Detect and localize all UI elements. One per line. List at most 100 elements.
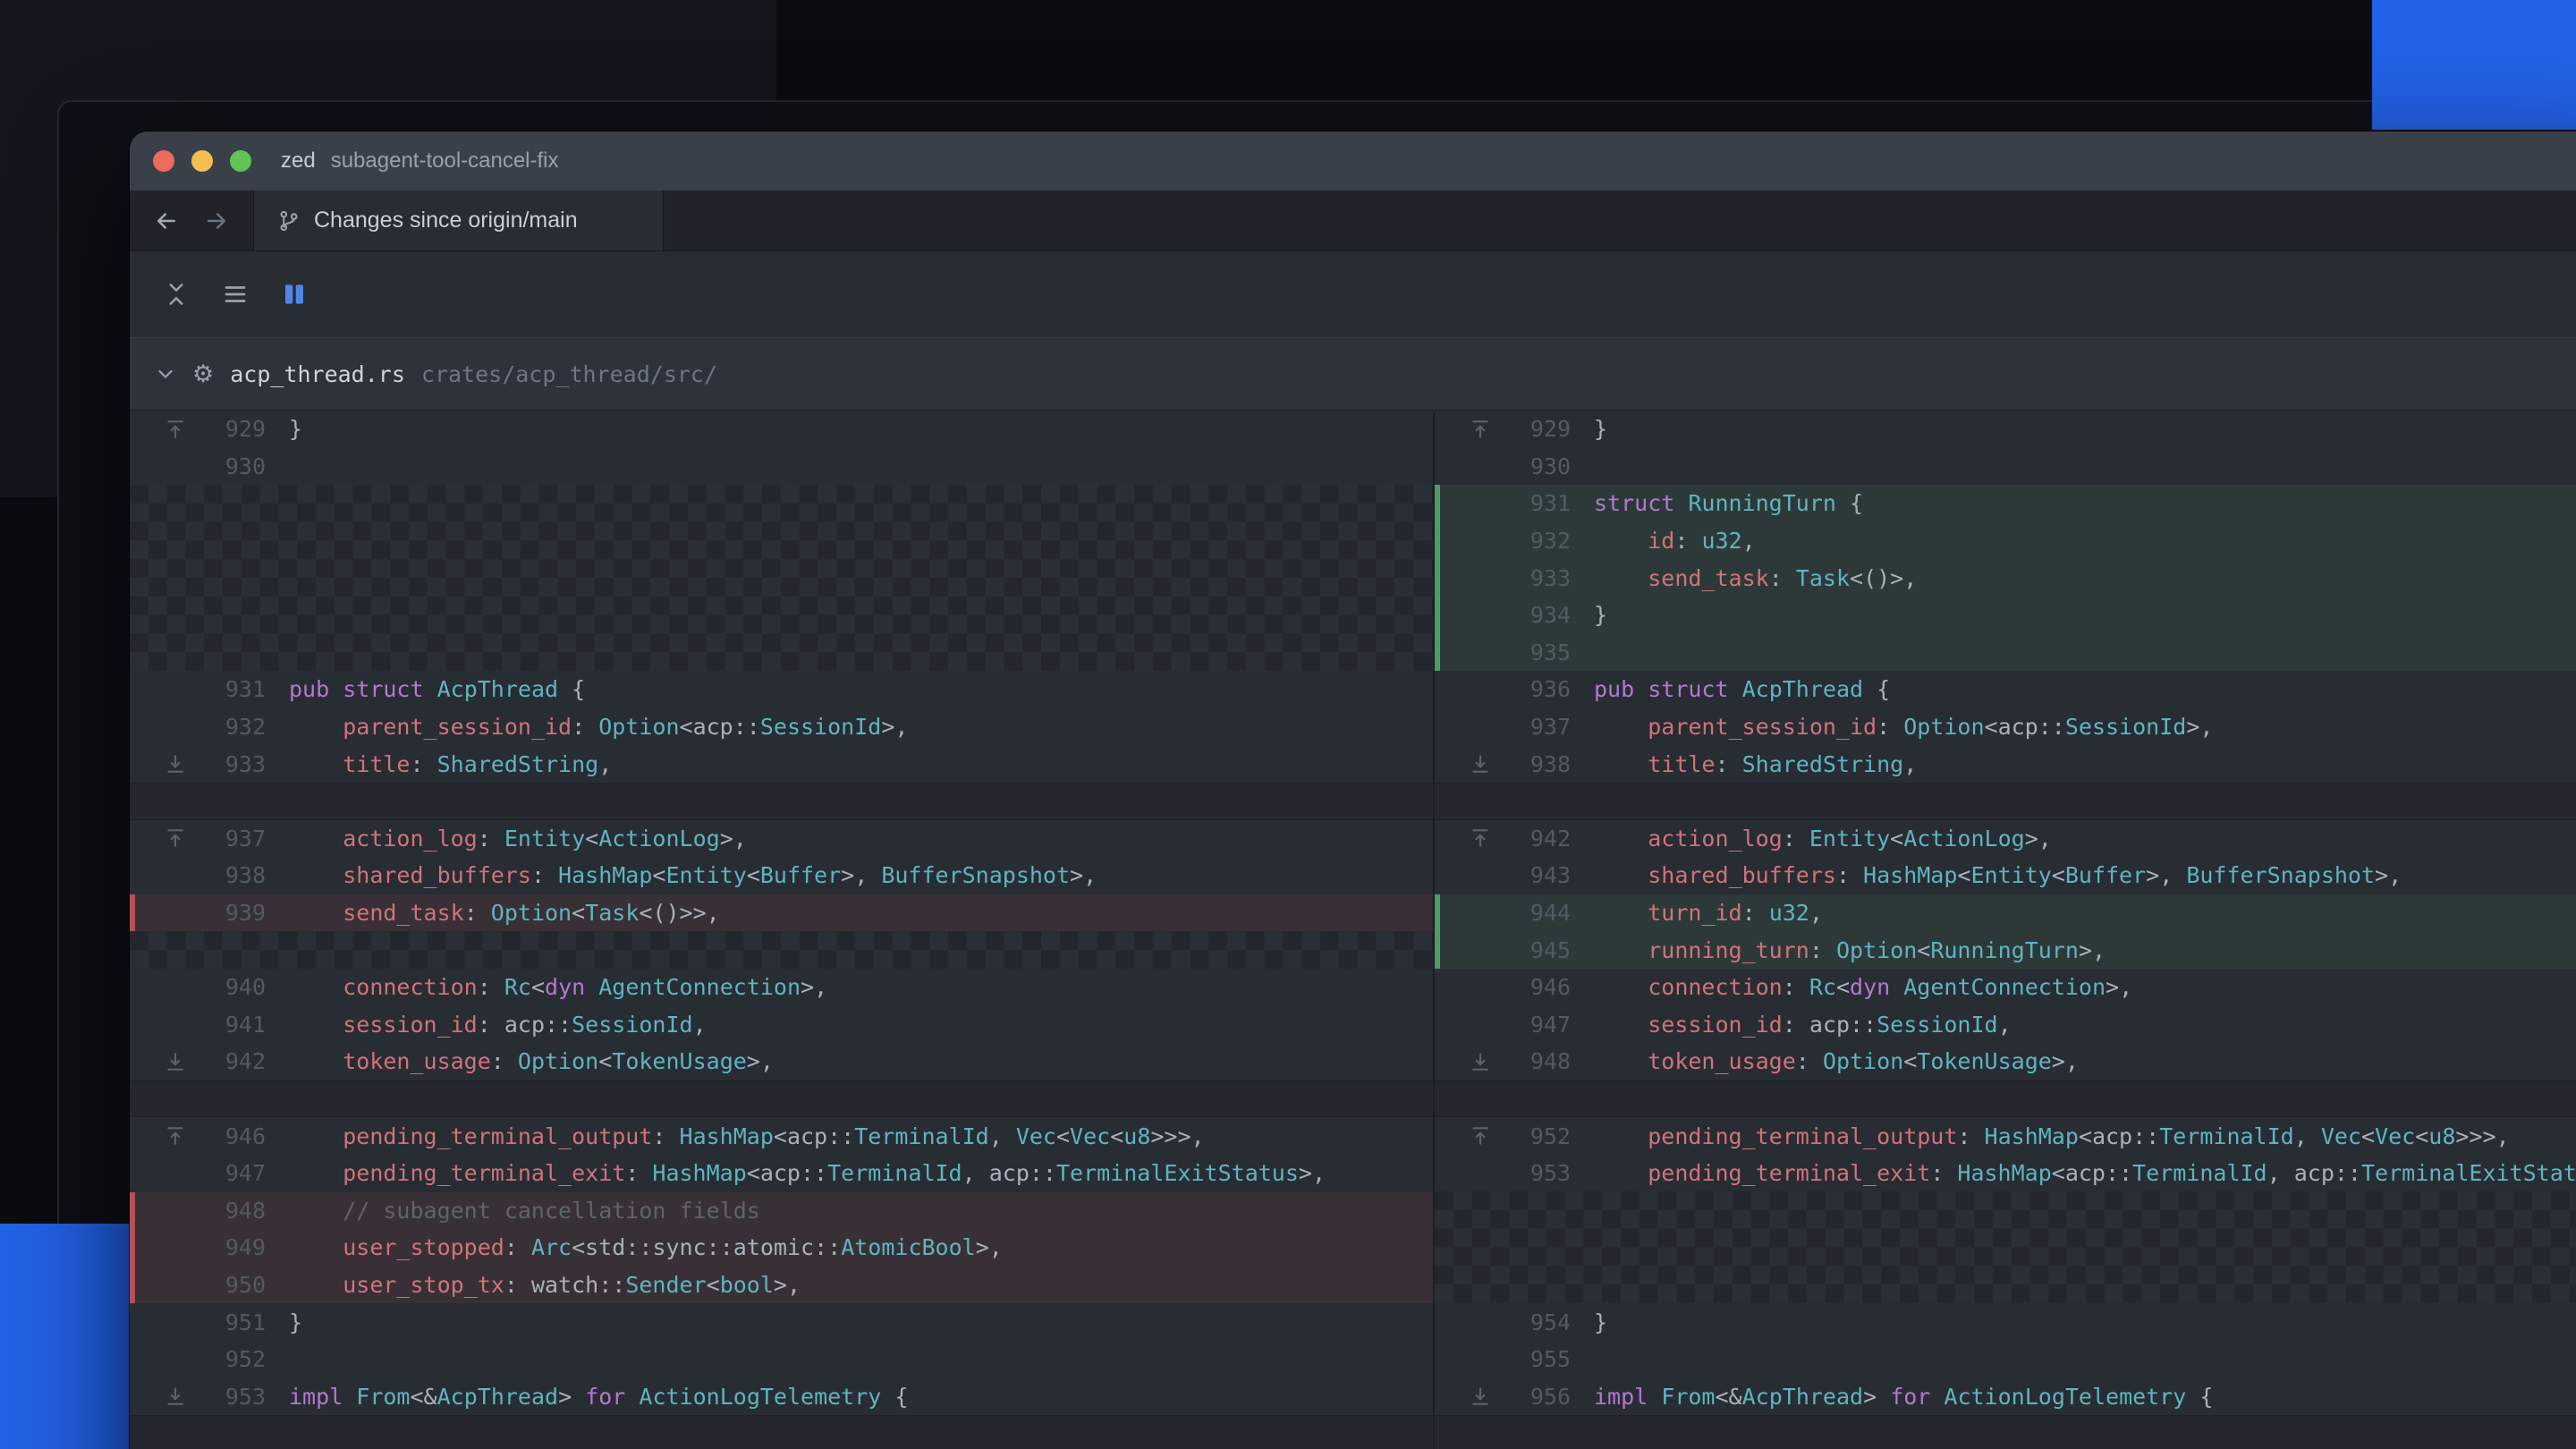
code-line[interactable]: } [266,418,302,440]
code-line[interactable]: parent_session_id: Option<acp::SessionId… [1571,716,2213,738]
code-line[interactable]: send_task: Option<Task<()>>, [266,902,720,924]
diff-row[interactable]: 956impl From<&AcpThread> for ActionLogTe… [1435,1377,2576,1415]
expand-up-icon[interactable] [1458,826,1503,850]
code-line[interactable]: id: u32, [1571,530,1756,552]
expand-up-icon[interactable] [1458,418,1503,441]
titlebar[interactable]: zed subagent-tool-cancel-fix [130,131,2576,191]
code-line[interactable]: pending_terminal_output: HashMap<acp::Te… [1571,1125,2510,1148]
code-line[interactable]: } [266,1311,302,1334]
expand-down-icon[interactable] [153,1385,198,1408]
diff-row[interactable]: 929} [130,411,1433,448]
code-line[interactable]: pub struct AcpThread { [266,678,585,700]
diff-row[interactable]: 952 pending_terminal_output: HashMap<acp… [1435,1117,2576,1155]
split-view-button[interactable] [275,275,314,314]
diff-row[interactable]: 946 connection: Rc<dyn AgentConnection>, [1435,969,2576,1006]
diff-row[interactable]: 930 [1435,448,2576,486]
diff-row[interactable]: 937 parent_session_id: Option<acp::Sessi… [1435,708,2576,746]
diff-row[interactable]: 938 title: SharedString, [1435,745,2576,783]
chevron-down-icon[interactable] [155,363,176,385]
diff-row-added[interactable]: 932 id: u32, [1435,522,2576,560]
expand-up-icon[interactable] [1458,1124,1503,1148]
diff-row[interactable]: 929} [1435,411,2576,448]
code-line[interactable]: struct RunningTurn { [1571,492,1863,514]
file-excerpt-header[interactable]: ⚙ acp_thread.rs crates/acp_thread/src/ [130,337,2576,411]
code-line[interactable]: pending_terminal_exit: HashMap<acp::Term… [266,1162,1326,1184]
code-line[interactable]: shared_buffers: HashMap<Entity<Buffer>, … [1571,864,2402,886]
expand-down-icon[interactable] [1458,1050,1503,1073]
code-line[interactable]: action_log: Entity<ActionLog>, [1571,827,2052,850]
code-line[interactable]: send_task: Task<()>, [1571,567,1917,589]
diff-row-deleted[interactable]: 950 user_stop_tx: watch::Sender<bool>, [130,1267,1433,1304]
diff-row[interactable]: 943 shared_buffers: HashMap<Entity<Buffe… [1435,857,2576,894]
expand-down-icon[interactable] [1458,752,1503,775]
code-line[interactable]: } [1571,1311,1607,1334]
code-line[interactable]: impl From<&AcpThread> for ActionLogTelem… [266,1385,908,1408]
diff-row-added[interactable]: 944 turn_id: u32, [1435,894,2576,932]
diff-row-added[interactable]: 933 send_task: Task<()>, [1435,559,2576,597]
diff-row[interactable]: 954} [1435,1303,2576,1341]
tab-changes-since-origin-main[interactable]: Changes since origin/main [253,191,664,250]
expand-up-icon[interactable] [153,418,198,441]
diff-row[interactable]: 955 [1435,1341,2576,1378]
diff-row[interactable]: 953impl From<&AcpThread> for ActionLogTe… [130,1377,1433,1415]
expand-down-icon[interactable] [153,752,198,775]
diff-row[interactable]: 938 shared_buffers: HashMap<Entity<Buffe… [130,857,1433,894]
code-line[interactable]: title: SharedString, [1571,753,1917,775]
code-line[interactable]: title: SharedString, [266,753,612,775]
diff-row-added[interactable]: 934} [1435,597,2576,634]
diff-row-deleted[interactable]: 939 send_task: Option<Task<()>>, [130,894,1433,932]
diff-row-added[interactable]: 935 [1435,634,2576,672]
expand-up-icon[interactable] [153,826,198,850]
code-line[interactable]: pending_terminal_exit: HashMap<acp::Term… [1571,1162,2576,1184]
code-line[interactable]: parent_session_id: Option<acp::SessionId… [266,716,908,738]
diff-row[interactable]: 931pub struct AcpThread { [130,671,1433,708]
code-line[interactable]: action_log: Entity<ActionLog>, [266,827,747,850]
diff-row[interactable]: 952 [130,1341,1433,1378]
code-line[interactable]: pub struct AcpThread { [1571,678,1890,700]
diff-row[interactable]: 941 session_id: acp::SessionId, [130,1006,1433,1044]
code-line[interactable]: user_stop_tx: watch::Sender<bool>, [266,1274,801,1296]
project-name[interactable]: zed [281,148,316,174]
diff-row-added[interactable]: 945 running_turn: Option<RunningTurn>, [1435,931,2576,969]
back-button[interactable] [151,206,182,236]
diff-row[interactable]: 937 action_log: Entity<ActionLog>, [130,820,1433,858]
code-line[interactable]: running_turn: Option<RunningTurn>, [1571,939,2106,962]
code-line[interactable]: session_id: acp::SessionId, [266,1013,707,1036]
diff-row[interactable]: 947 pending_terminal_exit: HashMap<acp::… [130,1155,1433,1192]
code-line[interactable]: } [1571,418,1607,440]
diff-row[interactable]: 948 token_usage: Option<TokenUsage>, [1435,1043,2576,1080]
diff-row-deleted[interactable]: 948 // subagent cancellation fields [130,1192,1433,1230]
diff-row[interactable]: 942 token_usage: Option<TokenUsage>, [130,1043,1433,1080]
git-branch-name[interactable]: subagent-tool-cancel-fix [331,148,559,174]
collapse-all-button[interactable] [157,275,196,314]
diff-row[interactable]: 947 session_id: acp::SessionId, [1435,1006,2576,1044]
code-line[interactable]: user_stopped: Arc<std::sync::atomic::Ato… [266,1236,1003,1258]
diff-row[interactable]: 942 action_log: Entity<ActionLog>, [1435,820,2576,858]
diff-pane-left[interactable]: 929}930931pub struct AcpThread {932 pare… [130,411,1435,1449]
diff-row[interactable]: 946 pending_terminal_output: HashMap<acp… [130,1117,1433,1155]
code-line[interactable]: token_usage: Option<TokenUsage>, [266,1050,774,1072]
code-line[interactable]: session_id: acp::SessionId, [1571,1013,2012,1036]
code-line[interactable]: impl From<&AcpThread> for ActionLogTelem… [1571,1385,2213,1408]
forward-button[interactable] [201,206,232,236]
code-line[interactable]: // subagent cancellation fields [266,1199,760,1222]
expand-down-icon[interactable] [153,1050,198,1073]
code-line[interactable]: token_usage: Option<TokenUsage>, [1571,1050,2079,1072]
diff-row[interactable]: 933 title: SharedString, [130,745,1433,783]
diff-row[interactable]: 953 pending_terminal_exit: HashMap<acp::… [1435,1155,2576,1192]
close-button[interactable] [153,150,174,172]
expand-up-icon[interactable] [153,1124,198,1148]
diff-pane-right[interactable]: 929}930931struct RunningTurn {932 id: u3… [1435,411,2576,1449]
diff-row-added[interactable]: 931struct RunningTurn { [1435,485,2576,522]
code-line[interactable]: } [1571,604,1607,626]
zoom-button[interactable] [230,150,251,172]
expand-down-icon[interactable] [1458,1385,1503,1408]
diff-row[interactable]: 930 [130,448,1433,486]
code-line[interactable]: turn_id: u32, [1571,902,1823,924]
diff-row-deleted[interactable]: 949 user_stopped: Arc<std::sync::atomic:… [130,1229,1433,1267]
diff-row[interactable]: 940 connection: Rc<dyn AgentConnection>, [130,969,1433,1006]
code-line[interactable]: connection: Rc<dyn AgentConnection>, [266,976,827,998]
code-line[interactable]: connection: Rc<dyn AgentConnection>, [1571,976,2132,998]
minimize-button[interactable] [191,150,213,172]
diff-row[interactable]: 936pub struct AcpThread { [1435,671,2576,708]
